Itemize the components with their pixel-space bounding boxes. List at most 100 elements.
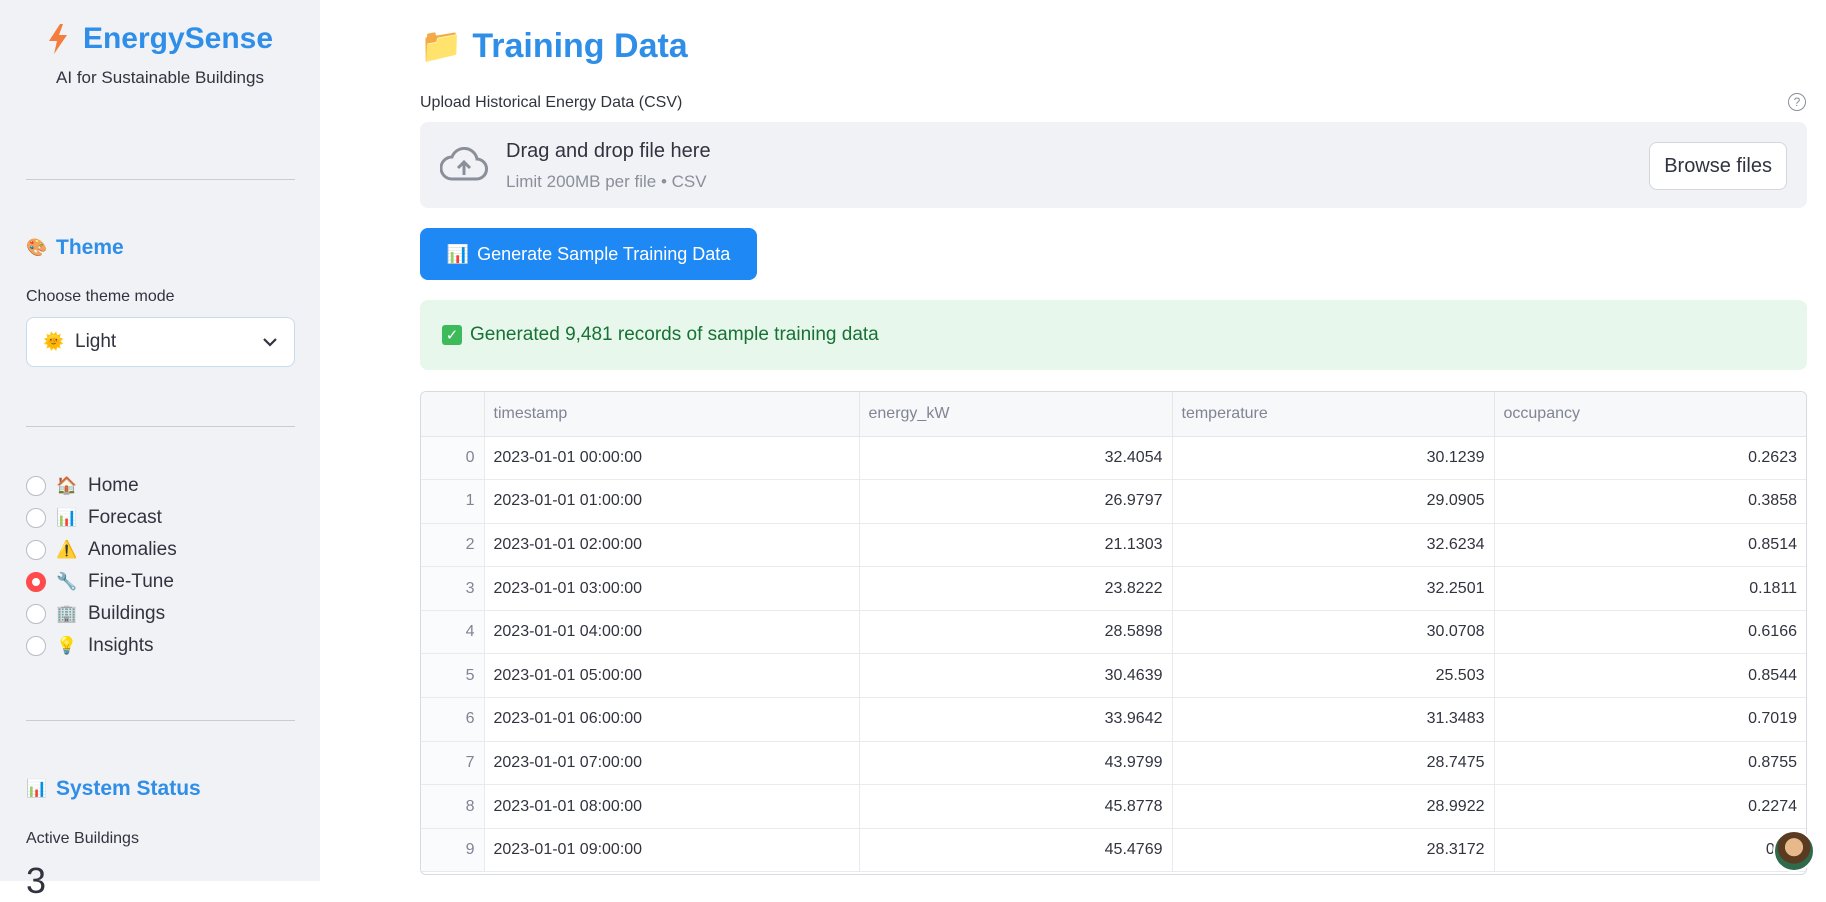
row-index: 1 <box>421 479 485 524</box>
table-cell[interactable]: 2023-01-01 09:00:00 <box>484 828 860 873</box>
table-cell[interactable]: 0.8755 <box>1494 741 1806 786</box>
file-dropzone[interactable]: Drag and drop file here Limit 200MB per … <box>420 122 1807 208</box>
table-cell[interactable]: 23.8222 <box>859 566 1173 611</box>
table-header-row: timestamp energy_kW temperature occupanc… <box>421 392 1806 437</box>
nav-item-buildings[interactable]: 🏢 Buildings <box>26 598 177 630</box>
table-cell[interactable]: 28.5898 <box>859 610 1173 655</box>
table-cell[interactable]: 33.9642 <box>859 697 1173 742</box>
table-cell[interactable]: 45.8778 <box>859 784 1173 829</box>
table-cell[interactable]: 2023-01-01 07:00:00 <box>484 741 860 786</box>
table-row: 4 2023-01-01 04:00:00 28.5898 30.0708 0.… <box>421 610 1806 655</box>
palette-icon: 🎨 <box>26 238 48 257</box>
row-index: 6 <box>421 697 485 742</box>
table-cell[interactable]: 0.66 <box>1494 828 1806 873</box>
table-cell[interactable]: 32.4054 <box>859 436 1173 481</box>
table-row: 7 2023-01-01 07:00:00 43.9799 28.7475 0.… <box>421 741 1806 786</box>
column-header[interactable]: temperature <box>1172 392 1495 437</box>
table-cell[interactable]: 30.4639 <box>859 653 1173 699</box>
success-alert: ✓ Generated 9,481 records of sample trai… <box>420 300 1807 370</box>
browse-files-button[interactable]: Browse files <box>1649 142 1787 190</box>
theme-select[interactable]: 🌞 Light <box>26 317 295 367</box>
row-index: 9 <box>421 828 485 873</box>
sun-icon: 🌞 <box>43 332 65 351</box>
table-cell[interactable]: 29.0905 <box>1172 479 1495 524</box>
nav-item-fine-tune[interactable]: 🔧 Fine-Tune <box>26 566 177 598</box>
lightbulb-icon: 💡 <box>56 636 78 655</box>
table-row: 6 2023-01-01 06:00:00 33.9642 31.3483 0.… <box>421 697 1806 742</box>
nav-item-forecast[interactable]: 📊 Forecast <box>26 502 177 534</box>
table-cell[interactable]: 2023-01-01 02:00:00 <box>484 523 860 568</box>
table-cell[interactable]: 0.2623 <box>1494 436 1806 481</box>
table-cell[interactable]: 2023-01-01 01:00:00 <box>484 479 860 524</box>
table-cell[interactable]: 2023-01-01 05:00:00 <box>484 653 860 699</box>
upload-label: Upload Historical Energy Data (CSV) <box>420 94 683 111</box>
nav-item-insights[interactable]: 💡 Insights <box>26 630 177 662</box>
radio-button[interactable] <box>26 540 46 560</box>
table-cell[interactable]: 30.1239 <box>1172 436 1495 481</box>
radio-button[interactable] <box>26 508 46 528</box>
folder-icon: 📁 <box>420 27 463 65</box>
table-cell[interactable]: 28.3172 <box>1172 828 1495 873</box>
table-cell[interactable]: 0.8544 <box>1494 653 1806 699</box>
radio-button[interactable] <box>26 636 46 656</box>
radio-button[interactable] <box>26 604 46 624</box>
table-cell[interactable]: 2023-01-01 00:00:00 <box>484 436 860 481</box>
avatar[interactable] <box>1773 830 1815 872</box>
table-cell[interactable]: 2023-01-01 08:00:00 <box>484 784 860 829</box>
radio-button-selected[interactable] <box>26 572 46 592</box>
table-cell[interactable]: 0.6166 <box>1494 610 1806 655</box>
table-cell[interactable]: 0.3858 <box>1494 479 1806 524</box>
sidebar: EnergySense AI for Sustainable Buildings… <box>0 0 320 901</box>
table-cell[interactable]: 30.0708 <box>1172 610 1495 655</box>
bar-chart-icon: 📊 <box>26 779 48 798</box>
table-cell[interactable]: 43.9799 <box>859 741 1173 786</box>
table-cell[interactable]: 0.7019 <box>1494 697 1806 742</box>
table-cell[interactable]: 28.9922 <box>1172 784 1495 829</box>
nav-radio-group: 🏠 Home 📊 Forecast ⚠️ Anomalies 🔧 Fine-Tu… <box>26 470 177 662</box>
table-row: 3 2023-01-01 03:00:00 23.8222 32.2501 0.… <box>421 566 1806 611</box>
column-header[interactable]: timestamp <box>484 392 860 437</box>
table-row: 1 2023-01-01 01:00:00 26.9797 29.0905 0.… <box>421 479 1806 524</box>
generate-sample-button[interactable]: 📊 Generate Sample Training Data <box>420 228 757 280</box>
row-index: 5 <box>421 653 485 699</box>
active-buildings-value: 3 <box>26 860 47 901</box>
brand: EnergySense AI for Sustainable Buildings <box>0 20 320 88</box>
row-index: 4 <box>421 610 485 655</box>
table-cell[interactable]: 26.9797 <box>859 479 1173 524</box>
table-cell[interactable]: 45.4769 <box>859 828 1173 873</box>
table-cell[interactable]: 31.3483 <box>1172 697 1495 742</box>
nav-item-home[interactable]: 🏠 Home <box>26 470 177 502</box>
table-cell[interactable]: 28.7475 <box>1172 741 1495 786</box>
table-row: 5 2023-01-01 05:00:00 30.4639 25.503 0.8… <box>421 653 1806 699</box>
help-icon[interactable]: ? <box>1788 93 1806 111</box>
row-index: 0 <box>421 436 485 481</box>
wrench-icon: 🔧 <box>56 572 78 591</box>
table-cell[interactable]: 0.2274 <box>1494 784 1806 829</box>
lightning-icon <box>48 24 67 54</box>
divider <box>26 179 295 180</box>
table-cell[interactable]: 21.1303 <box>859 523 1173 568</box>
table-cell[interactable]: 32.6234 <box>1172 523 1495 568</box>
success-message: Generated 9,481 records of sample traini… <box>470 324 879 345</box>
table-cell[interactable]: 2023-01-01 04:00:00 <box>484 610 860 655</box>
column-header[interactable] <box>421 392 485 437</box>
table-cell[interactable]: 32.2501 <box>1172 566 1495 611</box>
data-table[interactable]: timestamp energy_kW temperature occupanc… <box>420 391 1807 875</box>
radio-button[interactable] <box>26 476 46 496</box>
table-row: 2 2023-01-01 02:00:00 21.1303 32.6234 0.… <box>421 523 1806 568</box>
table-cell[interactable]: 2023-01-01 06:00:00 <box>484 697 860 742</box>
theme-select-value: Light <box>75 331 117 352</box>
nav-item-anomalies[interactable]: ⚠️ Anomalies <box>26 534 177 566</box>
bar-chart-icon: 📊 <box>446 243 470 264</box>
dropzone-title: Drag and drop file here <box>506 140 711 162</box>
table-cell[interactable]: 2023-01-01 03:00:00 <box>484 566 860 611</box>
column-header[interactable]: occupancy <box>1494 392 1806 437</box>
table-cell[interactable]: 0.8514 <box>1494 523 1806 568</box>
row-index: 7 <box>421 741 485 786</box>
table-row: 8 2023-01-01 08:00:00 45.8778 28.9922 0.… <box>421 784 1806 829</box>
table-cell[interactable]: 0.1811 <box>1494 566 1806 611</box>
table-cell[interactable]: 25.503 <box>1172 653 1495 699</box>
column-header[interactable]: energy_kW <box>859 392 1173 437</box>
chevron-down-icon <box>263 338 277 347</box>
theme-section-title: 🎨 Theme <box>26 236 124 259</box>
